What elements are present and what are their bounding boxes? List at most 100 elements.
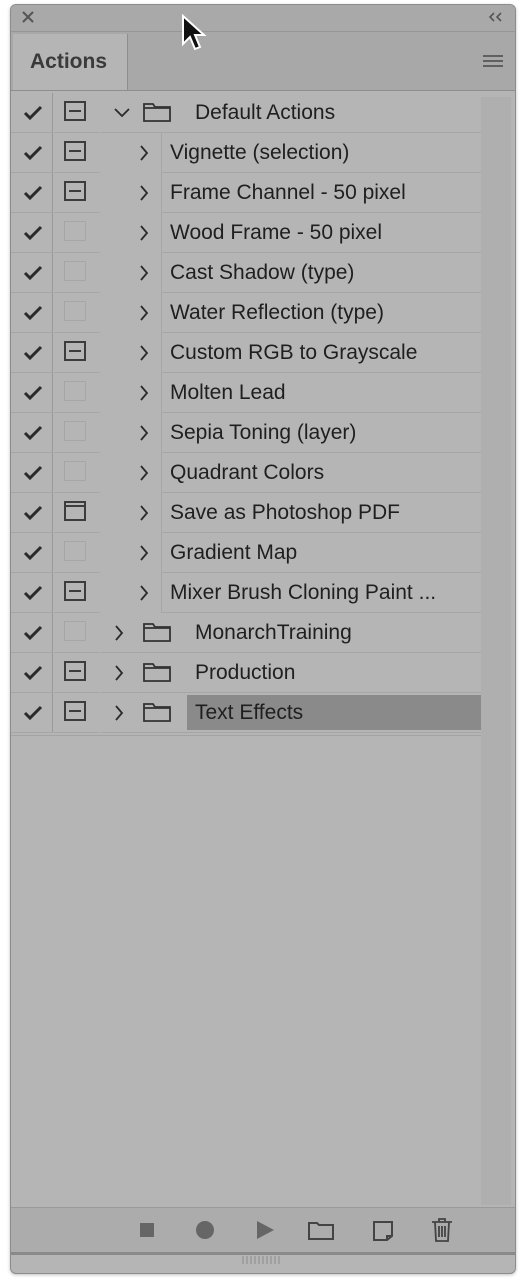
dialog-toggle-icon[interactable] — [64, 421, 86, 441]
dialog-toggle-icon[interactable] — [64, 461, 86, 481]
dialog-toggle-icon[interactable] — [64, 341, 86, 361]
dialog-toggle-icon[interactable] — [64, 501, 86, 521]
stop-recording-icon[interactable] — [139, 1222, 155, 1238]
toggle-item-checkbox[interactable] — [11, 333, 53, 373]
new-action-icon[interactable] — [373, 1219, 395, 1241]
action-row[interactable]: Cast Shadow (type) — [11, 253, 481, 293]
toggle-dialog-cell[interactable] — [54, 693, 100, 733]
chevron-right-icon[interactable] — [113, 624, 125, 642]
toggle-item-checkbox[interactable] — [11, 293, 53, 333]
toggle-dialog-cell[interactable] — [54, 253, 100, 293]
dialog-toggle-icon[interactable] — [64, 221, 86, 241]
dialog-toggle-icon[interactable] — [64, 381, 86, 401]
action-name-area[interactable]: Water Reflection (type) — [140, 293, 481, 333]
chevron-right-icon[interactable] — [138, 544, 150, 562]
chevron-right-icon[interactable] — [138, 264, 150, 282]
dialog-toggle-icon[interactable] — [64, 261, 86, 281]
toggle-item-checkbox[interactable] — [11, 173, 53, 213]
set-name-area[interactable]: Default Actions — [101, 93, 481, 133]
action-name-area[interactable]: Custom RGB to Grayscale — [140, 333, 481, 373]
chevron-right-icon[interactable] — [138, 344, 150, 362]
play-icon[interactable] — [255, 1220, 275, 1240]
chevron-down-icon[interactable] — [113, 107, 131, 119]
action-name-area[interactable]: Vignette (selection) — [140, 133, 481, 173]
action-row[interactable]: Wood Frame - 50 pixel — [11, 213, 481, 253]
action-set-row[interactable]: Text Effects — [11, 693, 481, 733]
toggle-dialog-cell[interactable] — [54, 533, 100, 573]
new-set-folder-icon[interactable] — [308, 1220, 334, 1240]
action-name-area[interactable]: Frame Channel - 50 pixel — [140, 173, 481, 213]
action-row[interactable]: Custom RGB to Grayscale — [11, 333, 481, 373]
toggle-dialog-cell[interactable] — [54, 453, 100, 493]
toggle-dialog-cell[interactable] — [54, 413, 100, 453]
chevron-right-icon[interactable] — [138, 304, 150, 322]
toggle-item-checkbox[interactable] — [11, 653, 53, 693]
resize-grip-icon[interactable] — [241, 1255, 281, 1265]
chevron-right-icon[interactable] — [138, 384, 150, 402]
chevron-right-icon[interactable] — [113, 664, 125, 682]
trash-icon[interactable] — [431, 1218, 453, 1242]
action-row[interactable]: Water Reflection (type) — [11, 293, 481, 333]
action-name-area[interactable]: Quadrant Colors — [140, 453, 481, 493]
action-name-area[interactable]: Gradient Map — [140, 533, 481, 573]
action-row[interactable]: Sepia Toning (layer) — [11, 413, 481, 453]
panel-menu-icon[interactable] — [483, 54, 503, 68]
set-name-area[interactable]: Text Effects — [101, 693, 481, 733]
action-row[interactable]: Molten Lead — [11, 373, 481, 413]
toggle-dialog-cell[interactable] — [54, 173, 100, 213]
action-name-area[interactable]: Mixer Brush Cloning Paint ... — [140, 573, 481, 613]
toggle-dialog-cell[interactable] — [54, 333, 100, 373]
toggle-dialog-cell[interactable] — [54, 613, 100, 653]
record-icon[interactable] — [195, 1220, 215, 1240]
dialog-toggle-icon[interactable] — [64, 701, 86, 721]
toggle-item-checkbox[interactable] — [11, 213, 53, 253]
toggle-dialog-cell[interactable] — [54, 293, 100, 333]
collapse-double-chevron-icon[interactable] — [487, 10, 505, 24]
action-row[interactable]: Mixer Brush Cloning Paint ... — [11, 573, 481, 613]
action-name-area[interactable]: Wood Frame - 50 pixel — [140, 213, 481, 253]
action-name-area[interactable]: Molten Lead — [140, 373, 481, 413]
toggle-item-checkbox[interactable] — [11, 573, 53, 613]
scrollbar-track[interactable] — [481, 97, 511, 1205]
action-set-row[interactable]: MonarchTraining — [11, 613, 481, 653]
action-row[interactable]: Vignette (selection) — [11, 133, 481, 173]
toggle-item-checkbox[interactable] — [11, 373, 53, 413]
toggle-item-checkbox[interactable] — [11, 613, 53, 653]
chevron-right-icon[interactable] — [138, 184, 150, 202]
chevron-right-icon[interactable] — [138, 424, 150, 442]
close-icon[interactable] — [19, 8, 37, 26]
chevron-right-icon[interactable] — [138, 144, 150, 162]
set-name-area[interactable]: MonarchTraining — [101, 613, 481, 653]
action-set-row[interactable]: Default Actions — [11, 93, 481, 133]
chevron-right-icon[interactable] — [138, 224, 150, 242]
chevron-right-icon[interactable] — [113, 704, 125, 722]
toggle-dialog-cell[interactable] — [54, 493, 100, 533]
action-row[interactable]: Frame Channel - 50 pixel — [11, 173, 481, 213]
dialog-toggle-icon[interactable] — [64, 301, 86, 321]
chevron-right-icon[interactable] — [138, 504, 150, 522]
tab-actions[interactable]: Actions — [13, 34, 128, 90]
action-name-area[interactable]: Cast Shadow (type) — [140, 253, 481, 293]
toggle-dialog-cell[interactable] — [54, 213, 100, 253]
toggle-item-checkbox[interactable] — [11, 93, 53, 133]
action-name-area[interactable]: Sepia Toning (layer) — [140, 413, 481, 453]
toggle-item-checkbox[interactable] — [11, 133, 53, 173]
toggle-dialog-cell[interactable] — [54, 373, 100, 413]
dialog-toggle-icon[interactable] — [64, 581, 86, 601]
dialog-toggle-icon[interactable] — [64, 141, 86, 161]
dialog-toggle-icon[interactable] — [64, 621, 86, 641]
toggle-dialog-cell[interactable] — [54, 133, 100, 173]
dialog-toggle-icon[interactable] — [64, 661, 86, 681]
action-row[interactable]: Quadrant Colors — [11, 453, 481, 493]
toggle-item-checkbox[interactable] — [11, 693, 53, 733]
toggle-dialog-cell[interactable] — [54, 653, 100, 693]
toggle-item-checkbox[interactable] — [11, 493, 53, 533]
action-set-row[interactable]: Production — [11, 653, 481, 693]
chevron-right-icon[interactable] — [138, 464, 150, 482]
set-name-area[interactable]: Production — [101, 653, 481, 693]
toggle-item-checkbox[interactable] — [11, 453, 53, 493]
action-row[interactable]: Gradient Map — [11, 533, 481, 573]
action-name-area[interactable]: Save as Photoshop PDF — [140, 493, 481, 533]
toggle-item-checkbox[interactable] — [11, 533, 53, 573]
dialog-toggle-icon[interactable] — [64, 181, 86, 201]
